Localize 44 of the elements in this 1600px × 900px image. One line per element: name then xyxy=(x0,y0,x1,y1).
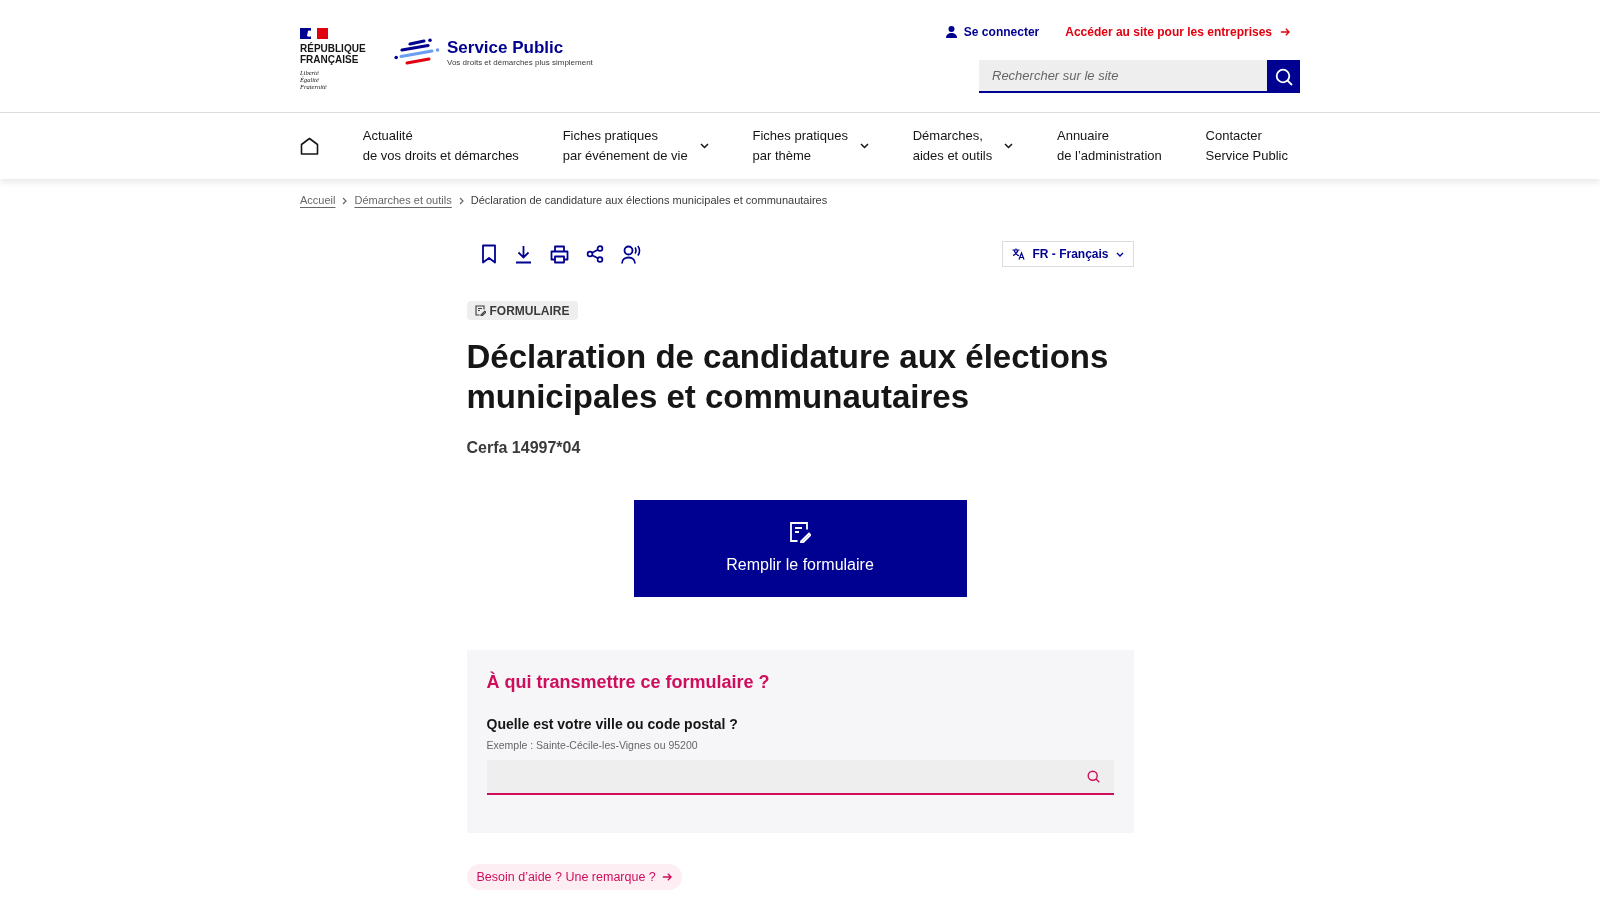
chevron-right-icon xyxy=(458,196,464,205)
person-icon xyxy=(945,26,957,38)
fill-form-button[interactable]: Remplir le formulaire xyxy=(633,500,967,597)
bookmark-icon[interactable] xyxy=(480,244,497,264)
language-button[interactable]: FR - Français xyxy=(1002,241,1134,267)
header-link[interactable]: Se connecter xyxy=(945,23,1040,41)
panel-title: À qui transmettre ce formulaire ? xyxy=(486,670,771,694)
form-icon xyxy=(474,305,486,316)
search-icon xyxy=(1274,67,1293,86)
search-field[interactable]: Rechercher sur le site xyxy=(979,60,1267,93)
nav-link[interactable]: Fiches pratiques par thème xyxy=(752,126,869,166)
nav-link[interactable]: Démarches, aides et outils xyxy=(912,126,1014,166)
nav-link[interactable]: Contacter Service Public xyxy=(1205,126,1288,166)
form-reference: Cerfa 14997*04 xyxy=(466,438,582,458)
chevron-right-icon xyxy=(342,196,348,205)
header-link[interactable]: Accéder au site pour les entreprises xyxy=(1065,23,1290,41)
help-link[interactable]: Besoin d’aide ? Une remarque ? xyxy=(466,864,682,890)
nav-link[interactable]: Annuaire de l’administration xyxy=(1057,126,1162,166)
share-icon[interactable] xyxy=(585,245,604,263)
field-hint: Exemple : Sainte-Cécile-les-Vignes ou 95200 xyxy=(486,738,699,752)
site-name: Service Public xyxy=(447,38,565,58)
chevron-down-icon xyxy=(1115,251,1124,257)
tricolor-logo-icon xyxy=(300,28,328,39)
print-icon[interactable] xyxy=(549,244,569,264)
search-button[interactable] xyxy=(1267,60,1300,93)
type-label: FORMULAIRE xyxy=(489,302,570,320)
download-icon[interactable] xyxy=(513,244,533,264)
breadcrumb-current: Déclaration de candidature aux élections municipales et communautaires xyxy=(470,194,828,207)
edit-form-icon xyxy=(789,520,811,543)
nav-link[interactable]: Actualité de vos droits et démarches xyxy=(362,126,519,166)
search-icon xyxy=(1086,770,1100,783)
translate-icon xyxy=(1012,248,1026,260)
city-input-field[interactable] xyxy=(486,760,1114,795)
breadcrumb-link[interactable]: Accueil xyxy=(300,194,336,207)
arrow-right-icon xyxy=(1280,27,1290,37)
home-icon[interactable] xyxy=(300,137,319,155)
arrow-right-icon xyxy=(661,872,672,882)
breadcrumb-link[interactable]: Démarches et outils xyxy=(354,194,452,207)
listen-icon[interactable] xyxy=(620,244,641,264)
republic-name: RÉPUBLIQUE FRANÇAISE xyxy=(300,43,366,65)
page-title: Déclaration de candidature aux élections municipales et communautaires xyxy=(466,337,1110,417)
site-tagline: Vos droits et démarches plus simplement xyxy=(447,58,593,68)
nav-link[interactable]: Fiches pratiques par événement de vie xyxy=(562,126,709,166)
field-label: Quelle est votre ville ou code postal ? xyxy=(486,715,739,734)
